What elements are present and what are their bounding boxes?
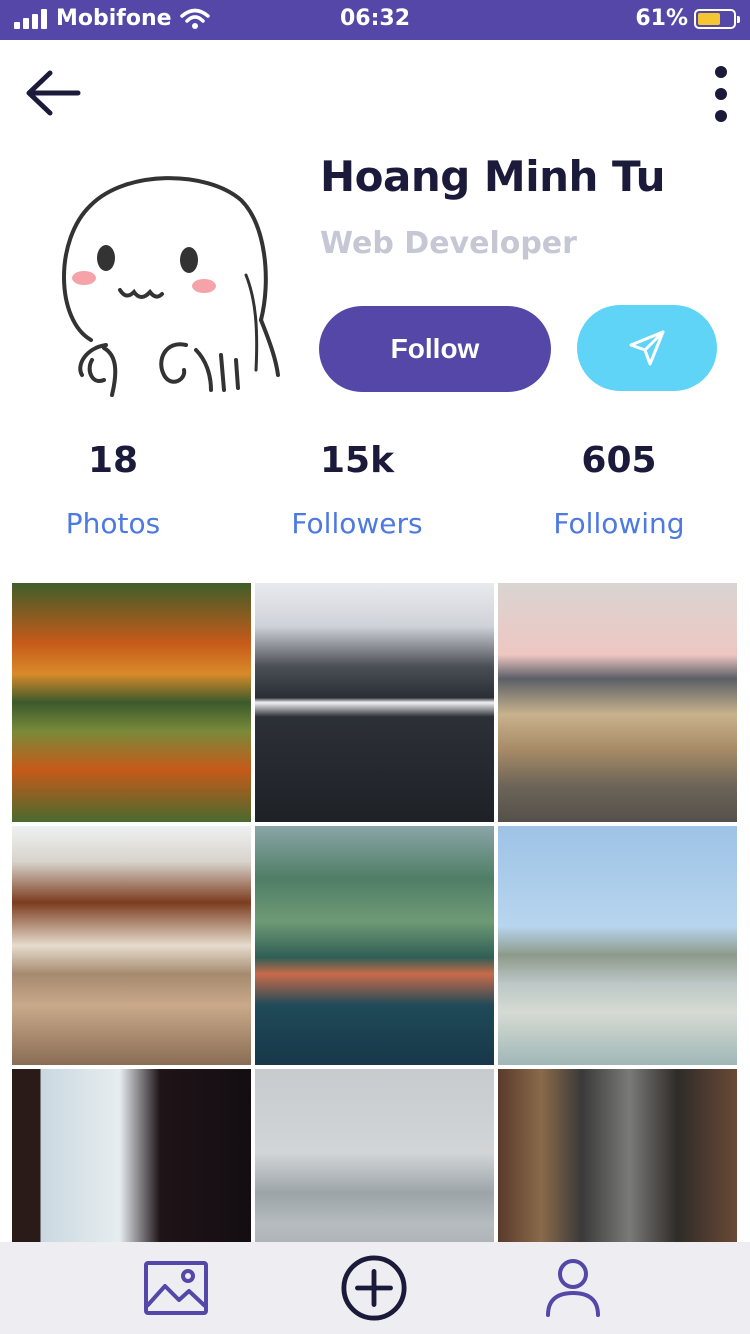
bottom-tab-bar [0,1242,750,1334]
add-circle-icon [341,1255,407,1321]
photo-boat-on-misty-lake[interactable] [255,1069,494,1243]
photo-grid [12,583,738,1243]
photo-temple-gate-flag[interactable] [12,1069,251,1243]
profile-name: Hoang Minh Tu [320,152,665,201]
arrow-left-icon [26,70,81,116]
paper-plane-icon [629,330,665,366]
stat-value: 605 [581,440,657,481]
stat-photos[interactable]: 18 Photos [0,440,233,540]
image-icon [144,1261,208,1315]
photo-beach-pavilion[interactable] [12,826,251,1065]
tab-add[interactable] [340,1255,408,1321]
stat-following[interactable]: 605 Following [499,440,739,540]
photo-outdoor-basketball-court[interactable] [498,826,737,1065]
status-bar: Mobifone 06:32 61% [0,0,750,40]
avatar [46,170,286,410]
battery-percent: 61% [635,6,688,31]
tab-profile[interactable] [539,1256,607,1320]
photo-train-street[interactable] [498,1069,737,1243]
send-message-button[interactable] [577,305,717,391]
tab-gallery[interactable] [142,1256,210,1320]
photo-rocks-on-shore[interactable] [498,583,737,822]
follow-button[interactable]: Follow [319,306,551,392]
stat-value: 15k [319,440,395,481]
more-vertical-icon [715,66,727,122]
back-button[interactable] [24,66,84,120]
profile-role: Web Developer [320,226,577,261]
stat-label: Photos [65,507,161,540]
photo-aerial-town-lake[interactable] [255,826,494,1065]
battery-icon [694,8,740,29]
photo-autumn-forest-reflection[interactable] [12,583,251,822]
stat-value: 18 [87,440,139,481]
stat-label: Followers [291,507,423,540]
stat-label: Following [553,507,685,540]
photo-snowy-lake-village[interactable] [255,583,494,822]
stat-followers[interactable]: 15k Followers [237,440,477,540]
more-menu-button[interactable] [706,64,736,124]
user-icon [546,1259,600,1317]
